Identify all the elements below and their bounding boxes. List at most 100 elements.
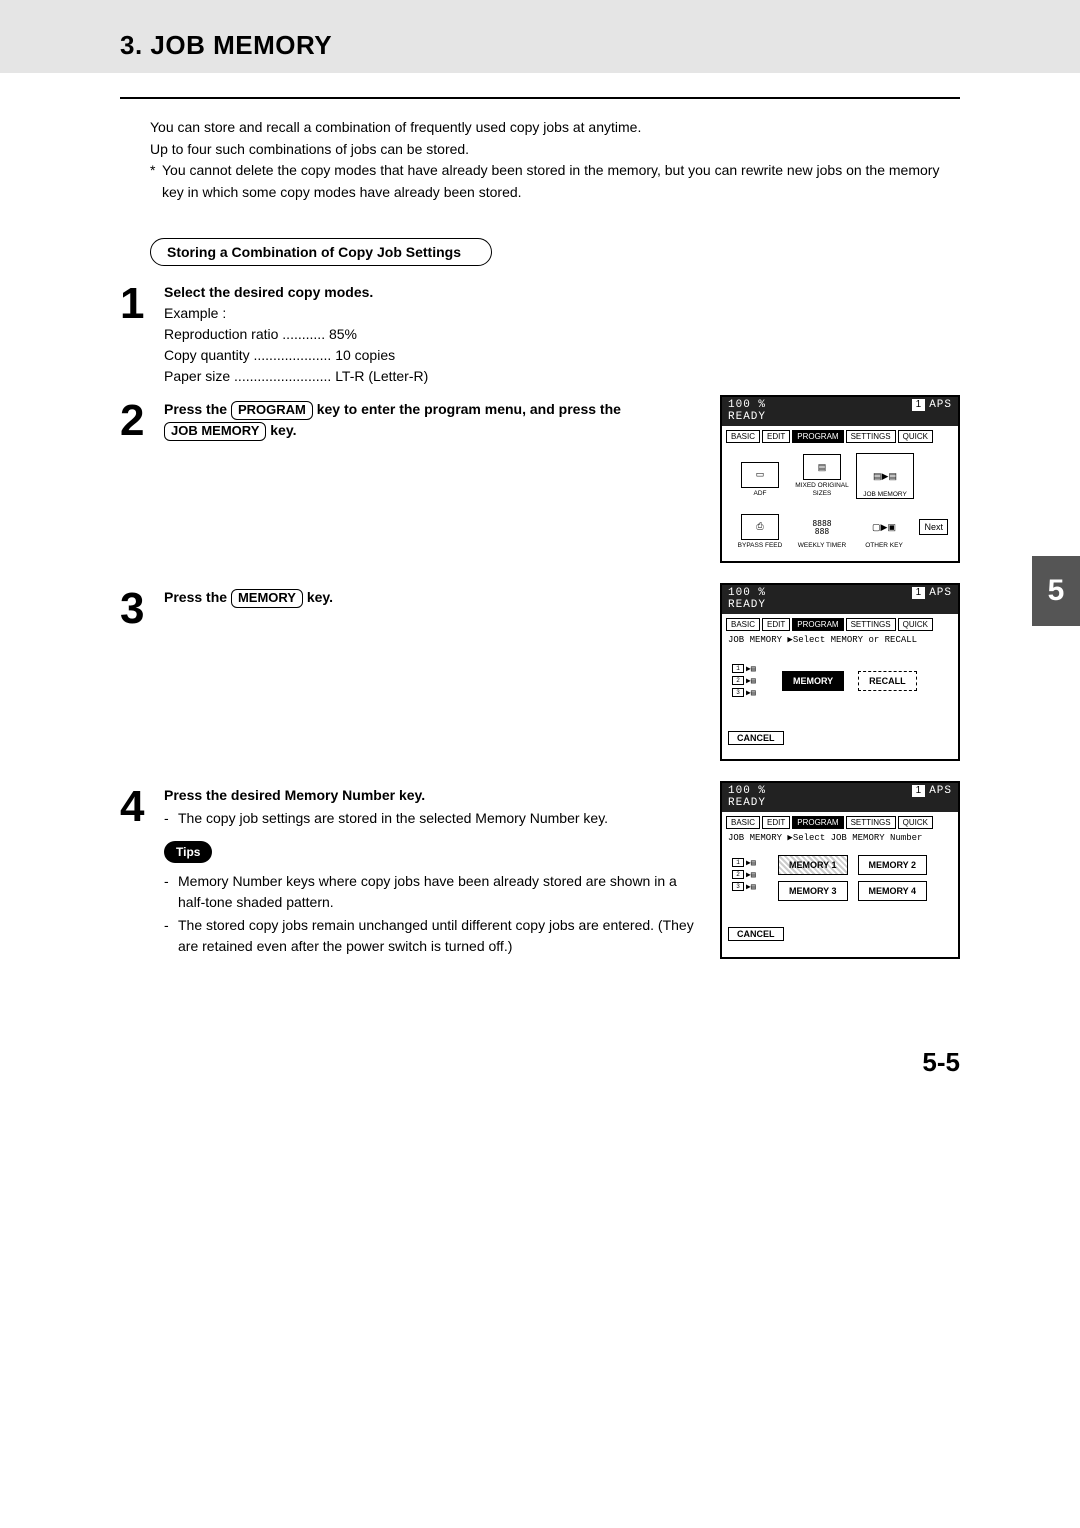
lcd-ready: READY — [728, 599, 952, 611]
memory-slots-icon: 1▶▤ 2▶▤ 3▶▤ — [732, 855, 768, 895]
step-1-example-label: Example : — [164, 303, 950, 324]
weekly-timer-icon: 8888 888 — [804, 516, 840, 540]
lcd-tabs: BASIC EDIT PROGRAM SETTINGS QUICK — [722, 426, 958, 445]
step-1: 1 Select the desired copy modes. Example… — [120, 282, 960, 387]
example-row: Copy quantity .................... 10 co… — [164, 345, 950, 366]
asterisk-icon: * — [150, 160, 162, 203]
text-fragment: key. — [307, 589, 333, 605]
tab-settings[interactable]: SETTINGS — [846, 618, 896, 631]
bullet-text: The copy job settings are stored in the … — [178, 808, 608, 829]
other-key-button[interactable]: ▢▶▣ OTHER KEY — [856, 505, 912, 549]
memory-1-button[interactable]: MEMORY 1 — [778, 855, 848, 875]
text-fragment: Press the — [164, 401, 231, 417]
example-value: LT-R (Letter-R) — [335, 368, 428, 384]
tab-basic[interactable]: BASIC — [726, 430, 760, 443]
step-number: 2 — [120, 401, 164, 441]
dash-icon: - — [164, 871, 178, 913]
page-number-text: 5-5 — [922, 1047, 960, 1077]
lcd-percent: 100 % — [728, 399, 766, 411]
bypass-feed-icon: ⎙ — [741, 514, 779, 540]
text-fragment: key to enter the program menu, and press… — [317, 401, 621, 417]
tab-quick[interactable]: QUICK — [898, 430, 933, 443]
chapter-number: 5 — [1048, 574, 1065, 608]
program-keycap: PROGRAM — [231, 401, 313, 420]
job-memory-keycap: JOB MEMORY — [164, 422, 266, 441]
icon-label: BYPASS FEED — [738, 542, 783, 549]
cancel-button[interactable]: CANCEL — [728, 927, 784, 941]
mixed-sizes-icon: ▤ — [803, 454, 841, 480]
divider — [120, 97, 960, 99]
tab-edit[interactable]: EDIT — [762, 816, 790, 829]
example-label: Copy quantity — [164, 347, 250, 363]
lcd-aps: APS — [929, 587, 952, 599]
step-2-heading: Press the PROGRAM key to enter the progr… — [164, 399, 700, 441]
tab-program[interactable]: PROGRAM — [792, 816, 843, 829]
lcd-count: 1 — [912, 785, 926, 797]
memory-2-button[interactable]: MEMORY 2 — [858, 855, 928, 875]
job-memory-icon: ▤▶▤ — [867, 465, 903, 489]
lcd-aps: APS — [929, 399, 952, 411]
cancel-button[interactable]: CANCEL — [728, 731, 784, 745]
dots-icon: ........... — [282, 326, 325, 342]
lcd-header: 100 % 1 APS READY — [722, 585, 958, 614]
next-button[interactable]: Next — [919, 519, 948, 535]
tab-basic[interactable]: BASIC — [726, 618, 760, 631]
example-value: 10 copies — [335, 347, 395, 363]
tab-basic[interactable]: BASIC — [726, 816, 760, 829]
program-icon-grid: ▭ ADF ▤ MIXED ORIGINAL SIZES ▤▶▤ JOB MEM… — [728, 449, 952, 553]
tab-edit[interactable]: EDIT — [762, 430, 790, 443]
tab-settings[interactable]: SETTINGS — [846, 430, 896, 443]
lcd-count: 1 — [912, 587, 926, 599]
intro-note: * You cannot delete the copy modes that … — [150, 160, 960, 203]
lcd-screenshot-program: 100 % 1 APS READY BASIC EDIT PROGRAM SET… — [720, 395, 960, 563]
tip-bullet: - The stored copy jobs remain unchanged … — [164, 915, 700, 957]
tips-badge: Tips — [164, 841, 212, 863]
weekly-timer-button[interactable]: 8888 888 WEEKLY TIMER — [794, 505, 850, 549]
lcd-screenshot-memory-number: 100 % 1 APS READY BASIC EDIT PROGRAM SET… — [720, 781, 960, 959]
lcd-header: 100 % 1 APS READY — [722, 783, 958, 812]
tab-settings[interactable]: SETTINGS — [846, 816, 896, 829]
tab-program[interactable]: PROGRAM — [792, 618, 843, 631]
heading-text: 3. JOB MEMORY — [120, 30, 332, 60]
adf-button[interactable]: ▭ ADF — [732, 453, 788, 497]
section-subheading: Storing a Combination of Copy Job Settin… — [150, 238, 492, 266]
tip-text: Memory Number keys where copy jobs have … — [178, 871, 700, 913]
step-4-heading: Press the desired Memory Number key. — [164, 785, 700, 806]
tab-program[interactable]: PROGRAM — [792, 430, 843, 443]
mixed-sizes-button[interactable]: ▤ MIXED ORIGINAL SIZES — [794, 453, 850, 497]
page-number: 5-5 — [0, 987, 1080, 1078]
memory-4-button[interactable]: MEMORY 4 — [858, 881, 928, 901]
lcd-subtext: JOB MEMORY ▶Select MEMORY or RECALL — [722, 633, 958, 647]
tip-bullet: - Memory Number keys where copy jobs hav… — [164, 871, 700, 913]
bypass-feed-button[interactable]: ⎙ BYPASS FEED — [732, 505, 788, 549]
dash-icon: - — [164, 808, 178, 829]
icon-label: WEEKLY TIMER — [798, 542, 846, 549]
tab-quick[interactable]: QUICK — [898, 618, 933, 631]
lcd-count: 1 — [912, 399, 926, 411]
step-3: 3 Press the MEMORY key. — [120, 587, 710, 629]
step-number: 4 — [120, 787, 164, 827]
example-row: Paper size ......................... LT-… — [164, 366, 950, 387]
text-fragment: Press the — [164, 589, 231, 605]
job-memory-button[interactable]: ▤▶▤ JOB MEMORY — [856, 453, 914, 499]
recall-button[interactable]: RECALL — [858, 671, 917, 691]
step-3-row: 3 Press the MEMORY key. 100 % — [120, 583, 960, 761]
lcd-tabs: BASIC EDIT PROGRAM SETTINGS QUICK — [722, 812, 958, 831]
lcd-header: 100 % 1 APS READY — [722, 397, 958, 426]
lcd-aps: APS — [929, 785, 952, 797]
chapter-tab: 5 — [1032, 556, 1080, 626]
tab-quick[interactable]: QUICK — [898, 816, 933, 829]
memory-3-button[interactable]: MEMORY 3 — [778, 881, 848, 901]
icon-label: JOB MEMORY — [863, 491, 907, 498]
step-4-bullet: - The copy job settings are stored in th… — [164, 808, 700, 829]
dash-icon: - — [164, 915, 178, 957]
lcd-percent: 100 % — [728, 587, 766, 599]
tab-edit[interactable]: EDIT — [762, 618, 790, 631]
memory-keycap: MEMORY — [231, 589, 303, 608]
memory-button[interactable]: MEMORY — [782, 671, 844, 691]
lcd-percent: 100 % — [728, 785, 766, 797]
dots-icon: ......................... — [234, 368, 331, 384]
intro-line-1: You can store and recall a combination o… — [150, 117, 960, 139]
other-key-icon: ▢▶▣ — [866, 516, 902, 540]
example-label: Paper size — [164, 368, 230, 384]
